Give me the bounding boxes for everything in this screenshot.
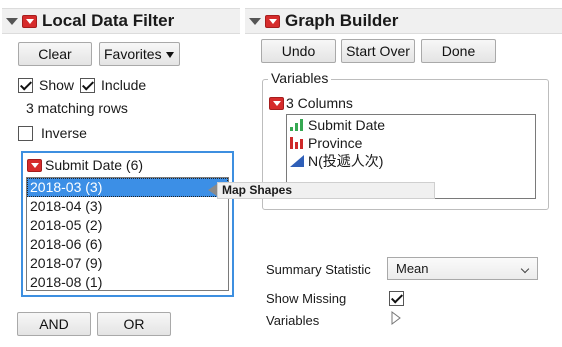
- columns-menu-icon[interactable]: [269, 96, 284, 110]
- list-item[interactable]: 2018-07 (9): [27, 254, 228, 273]
- variables-group-title: Variables: [268, 70, 332, 86]
- show-missing-checkbox[interactable]: [389, 290, 404, 306]
- list-item[interactable]: 2018-05 (2): [27, 216, 228, 235]
- graph-builder-title: Graph Builder: [285, 11, 399, 30]
- undo-button[interactable]: Undo: [261, 39, 336, 63]
- inverse-label: Inverse: [41, 125, 87, 141]
- summary-statistic-value: Mean: [396, 261, 429, 276]
- column-item[interactable]: Submit Date: [290, 116, 385, 134]
- favorites-label: Favorites: [104, 46, 162, 62]
- list-item[interactable]: 2018-08 (1): [27, 273, 228, 290]
- graph-builder-menu-icon[interactable]: [265, 14, 280, 28]
- tooltip-pointer-icon: [208, 184, 217, 196]
- local-data-filter-menu-icon[interactable]: [22, 14, 37, 28]
- submit-date-filter-title: Submit Date (6): [45, 157, 144, 173]
- column-name: Province: [308, 135, 363, 151]
- include-checkbox[interactable]: [80, 77, 96, 93]
- graph-builder-header: Graph Builder: [245, 8, 562, 34]
- show-missing-label: Show Missing: [266, 291, 347, 306]
- column-name: N(投遞人次): [308, 153, 384, 169]
- list-item[interactable]: 2018-03 (3): [27, 178, 228, 197]
- inverse-row: Inverse: [18, 125, 87, 141]
- collapse-triangle-icon[interactable]: [249, 17, 261, 25]
- start-over-button[interactable]: Start Over: [341, 39, 415, 63]
- submit-date-filter-header: Submit Date (6): [27, 157, 143, 173]
- or-button[interactable]: OR: [97, 312, 171, 336]
- filter-menu-icon[interactable]: [27, 158, 42, 172]
- show-checkbox[interactable]: [18, 77, 33, 93]
- submit-date-list[interactable]: 2018-03 (3) 2018-04 (3) 2018-05 (2) 2018…: [26, 177, 229, 291]
- local-data-filter-title: Local Data Filter: [42, 11, 175, 30]
- inverse-checkbox[interactable]: [18, 125, 33, 141]
- show-label: Show: [39, 77, 75, 93]
- column-item[interactable]: N(投遞人次): [290, 152, 383, 170]
- collapse-triangle-icon[interactable]: [6, 17, 18, 25]
- show-include-row: Show Include: [18, 77, 146, 93]
- clear-button[interactable]: Clear: [18, 42, 92, 66]
- summary-statistic-select[interactable]: Mean: [387, 257, 538, 280]
- variables-label: Variables: [266, 313, 320, 328]
- map-shapes-tooltip: Map Shapes: [217, 182, 435, 199]
- column-name: Submit Date: [308, 117, 386, 133]
- ordinal-icon: [290, 155, 304, 167]
- include-label: Include: [101, 77, 147, 93]
- column-item[interactable]: Province: [290, 134, 362, 152]
- and-button[interactable]: AND: [17, 312, 91, 336]
- continuous-icon: [290, 119, 304, 131]
- chevron-down-icon: [520, 264, 530, 274]
- done-button[interactable]: Done: [421, 39, 496, 63]
- summary-statistic-label: Summary Statistic: [266, 262, 371, 277]
- disclosure-right-icon[interactable]: [391, 311, 401, 325]
- favorites-button[interactable]: Favorites: [99, 42, 180, 66]
- matching-rows-text: 3 matching rows: [26, 100, 128, 116]
- columns-header: 3 Columns: [269, 95, 353, 111]
- list-item[interactable]: 2018-06 (6): [27, 235, 228, 254]
- list-item[interactable]: 2018-04 (3): [27, 197, 228, 216]
- columns-count: 3 Columns: [286, 95, 353, 111]
- nominal-icon: [290, 137, 304, 149]
- dropdown-arrow-icon: [166, 52, 174, 58]
- local-data-filter-header: Local Data Filter: [2, 8, 240, 34]
